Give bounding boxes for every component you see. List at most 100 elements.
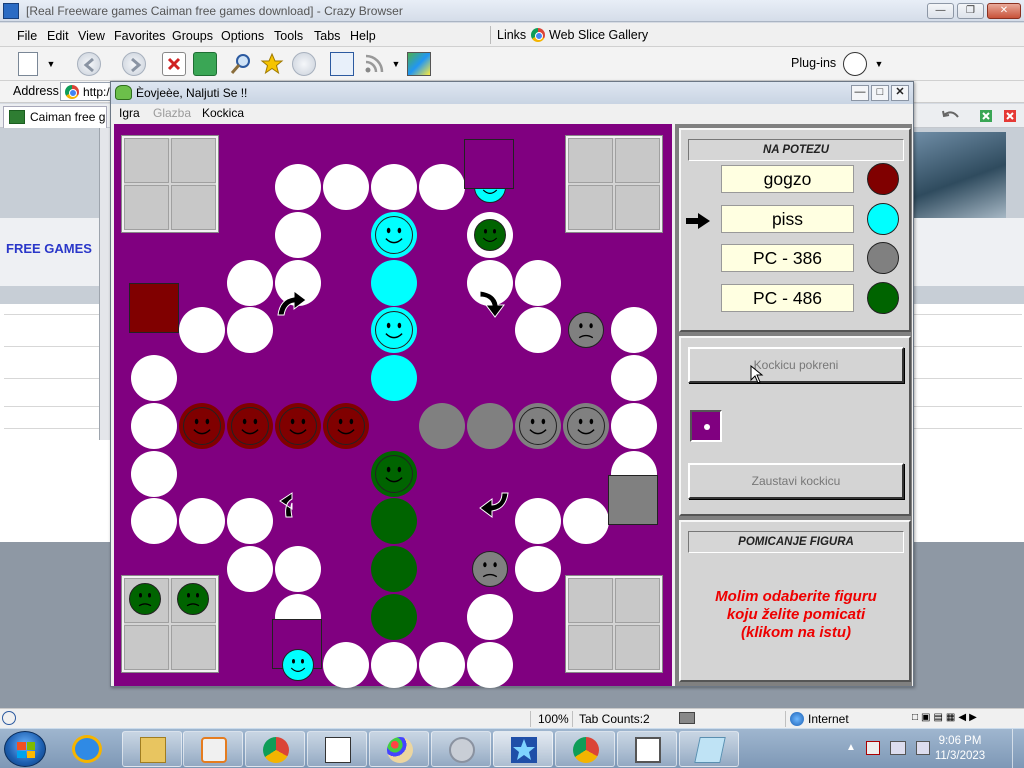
home-slot[interactable]	[615, 185, 660, 230]
board-cell[interactable]	[275, 164, 321, 210]
game-close-button[interactable]: ✕	[891, 85, 909, 101]
rss-icon[interactable]	[362, 52, 386, 76]
board-cell[interactable]	[323, 164, 369, 210]
home-lane-cell[interactable]	[371, 594, 417, 640]
taskbar-window[interactable]	[617, 731, 677, 767]
gray-start-square[interactable]	[608, 475, 658, 525]
game-menu-glazba[interactable]: Glazba	[153, 106, 191, 120]
start-button[interactable]	[4, 731, 46, 767]
cyan-pawn[interactable]	[375, 216, 413, 254]
plugins-label[interactable]: Plug-ins	[791, 56, 836, 70]
board-cell[interactable]	[611, 403, 657, 449]
tray-expand-icon[interactable]: ▲	[846, 742, 856, 753]
board-cell[interactable]	[419, 642, 465, 688]
red-pawn[interactable]	[231, 407, 269, 445]
cyan-pawn[interactable]	[375, 311, 413, 349]
taskbar-paint[interactable]	[369, 731, 429, 767]
game-menu-igra[interactable]: Igra	[119, 106, 140, 120]
maximize-button[interactable]: ❐	[957, 3, 984, 19]
gray-pawn[interactable]	[519, 407, 557, 445]
home-slot[interactable]	[615, 138, 660, 183]
board-cell[interactable]	[419, 164, 465, 210]
links-label[interactable]: Links	[497, 28, 526, 42]
board-cell[interactable]	[611, 307, 657, 353]
game-maximize-button[interactable]: □	[871, 85, 889, 101]
search-icon[interactable]	[229, 52, 253, 76]
board-cell[interactable]	[371, 164, 417, 210]
green-pawn-home[interactable]	[177, 583, 209, 615]
internet-explorer-icon[interactable]	[72, 735, 102, 763]
zoom-level[interactable]: 100%	[538, 712, 569, 726]
board-cell[interactable]	[563, 498, 609, 544]
board-cell[interactable]	[179, 307, 225, 353]
board-cell[interactable]	[227, 498, 273, 544]
home-slot[interactable]	[615, 625, 660, 670]
minimize-button[interactable]: —	[927, 3, 954, 19]
gallery-icon[interactable]	[407, 52, 431, 76]
board-cell[interactable]	[611, 355, 657, 401]
home-slot[interactable]	[615, 578, 660, 623]
roll-dice-button[interactable]: Kockicu pokreni	[688, 347, 904, 383]
board-cell[interactable]	[371, 642, 417, 688]
board-cell[interactable]	[131, 355, 177, 401]
taskbar-media[interactable]	[183, 731, 243, 767]
game-minimize-button[interactable]: —	[851, 85, 869, 101]
taskbar-chrome-2[interactable]	[555, 731, 615, 767]
home-slot[interactable]	[568, 185, 613, 230]
window-layout-icons[interactable]: □▣▤▦◀▶	[912, 712, 980, 723]
chevron-down-icon[interactable]: ▼	[44, 52, 58, 76]
board-cell[interactable]	[467, 594, 513, 640]
green-pawn[interactable]	[474, 219, 506, 251]
undo-icon[interactable]	[940, 107, 1020, 125]
home-lane-cell[interactable]	[371, 546, 417, 592]
board-cell[interactable]	[515, 498, 561, 544]
red-start-square[interactable]	[129, 283, 179, 333]
board-cell[interactable]	[275, 212, 321, 258]
home-lane-cell[interactable]	[371, 260, 417, 306]
stop-dice-button[interactable]: Zaustavi kockicu	[688, 463, 904, 499]
board-cell[interactable]	[515, 307, 561, 353]
taskbar-sound[interactable]	[431, 731, 491, 767]
taskbar-game-active[interactable]	[493, 731, 553, 767]
red-pawn[interactable]	[183, 407, 221, 445]
clock[interactable]: 9:06 PM 11/3/2023	[925, 734, 995, 764]
home-lane-cell[interactable]	[467, 403, 513, 449]
action-center-icon[interactable]	[866, 741, 880, 755]
home-slot[interactable]	[568, 578, 613, 623]
taskbar-chrome[interactable]	[245, 731, 305, 767]
green-pawn[interactable]	[375, 455, 413, 493]
board-cell[interactable]	[227, 307, 273, 353]
board-cell[interactable]	[467, 642, 513, 688]
taskbar-explorer[interactable]	[122, 731, 182, 767]
menu-tools[interactable]: Tools	[274, 29, 303, 43]
menu-file[interactable]: File	[17, 29, 37, 43]
board-cell[interactable]	[227, 546, 273, 592]
menu-options[interactable]: Options	[221, 29, 264, 43]
menu-edit[interactable]: Edit	[47, 29, 69, 43]
history-icon[interactable]	[292, 52, 316, 76]
taskbar-notes[interactable]	[679, 731, 739, 767]
gray-pawn[interactable]	[568, 312, 604, 348]
board-cell[interactable]	[131, 498, 177, 544]
home-slot[interactable]	[124, 625, 169, 670]
home-slot[interactable]	[124, 185, 169, 230]
board-cell[interactable]	[515, 260, 561, 306]
board-cell[interactable]	[515, 546, 561, 592]
red-pawn[interactable]	[327, 407, 365, 445]
home-lane-cell[interactable]	[419, 403, 465, 449]
board-cell[interactable]	[179, 498, 225, 544]
plugins-dropdown-icon[interactable]: ▼	[872, 52, 886, 76]
home-slot[interactable]	[568, 625, 613, 670]
network-icon[interactable]	[890, 741, 906, 755]
fullscreen-icon[interactable]	[330, 52, 354, 76]
web-slice-gallery-link[interactable]: Web Slice Gallery	[531, 28, 648, 42]
menu-tabs[interactable]: Tabs	[314, 29, 340, 43]
home-slot[interactable]	[568, 138, 613, 183]
printer-icon[interactable]	[679, 712, 695, 724]
menu-groups[interactable]: Groups	[172, 29, 213, 43]
game-menu-kockica[interactable]: Kockica	[202, 106, 244, 120]
board-cell[interactable]	[323, 642, 369, 688]
board-cell[interactable]	[131, 403, 177, 449]
plugin-globe-icon[interactable]	[843, 52, 867, 76]
gray-pawn[interactable]	[472, 551, 508, 587]
